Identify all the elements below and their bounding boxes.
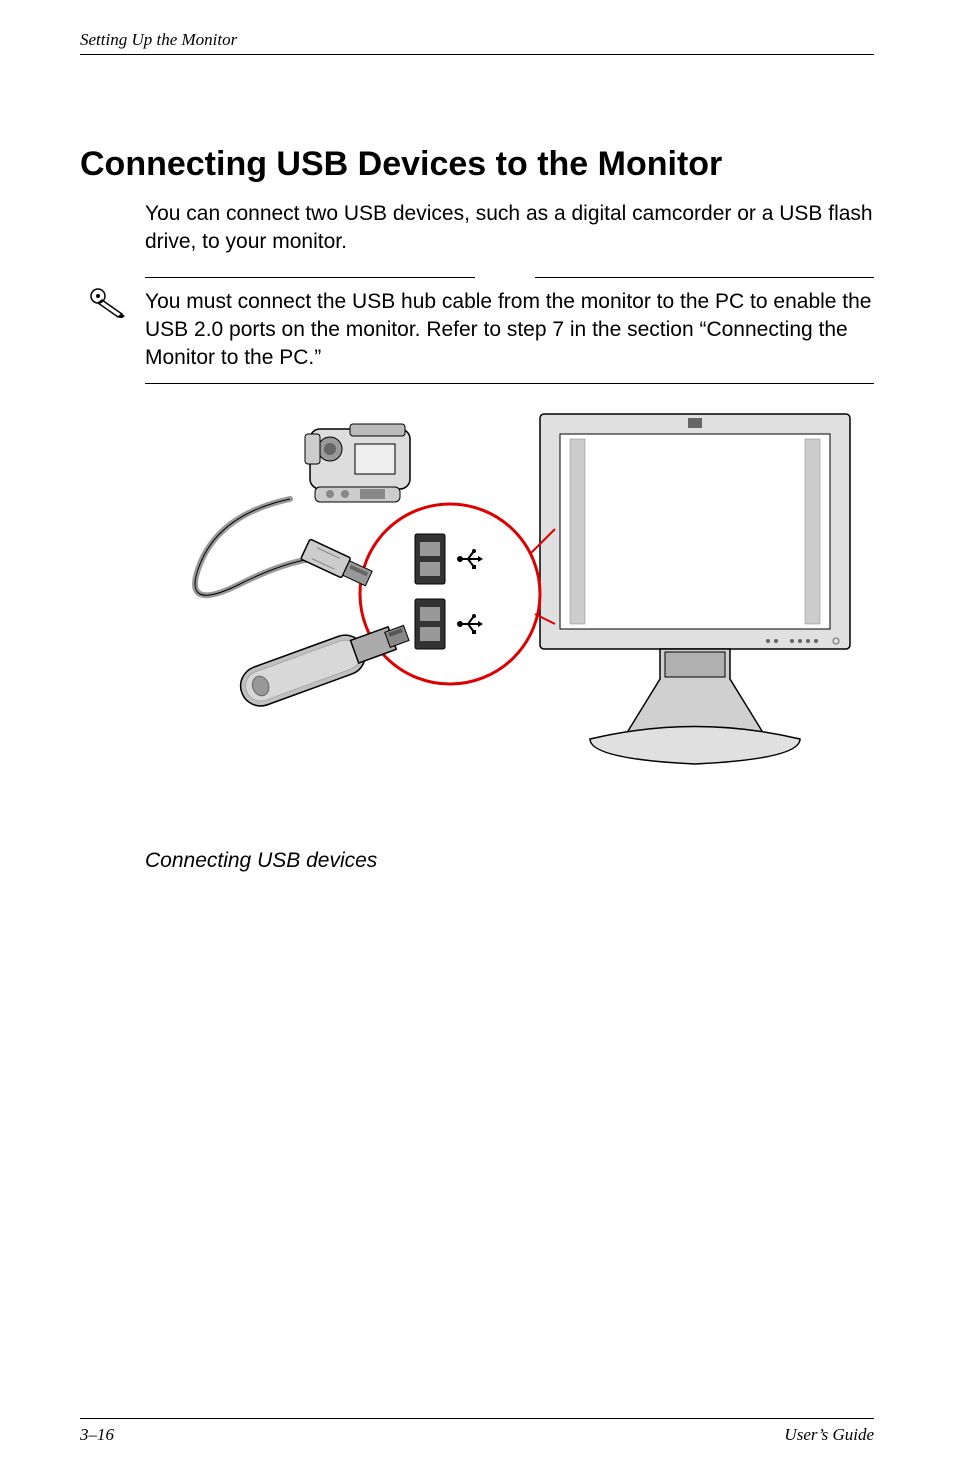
note-box: You must connect the USB hub cable from …	[145, 277, 874, 384]
footer-doc-label: User’s Guide	[784, 1425, 874, 1445]
intro-paragraph: You can connect two USB devices, such as…	[145, 200, 874, 257]
page-footer: 3–16 User’s Guide	[80, 1418, 874, 1445]
header-section-title: Setting Up the Monitor	[80, 30, 237, 49]
main-heading: Connecting USB Devices to the Monitor	[80, 145, 874, 184]
figure-illustration	[145, 404, 874, 809]
note-text: You must connect the USB hub cable from …	[145, 288, 874, 373]
pencil-note-icon	[90, 288, 130, 323]
figure-caption: Connecting USB devices	[145, 849, 874, 873]
footer-page-number: 3–16	[80, 1425, 114, 1445]
page-header: Setting Up the Monitor	[80, 30, 874, 55]
